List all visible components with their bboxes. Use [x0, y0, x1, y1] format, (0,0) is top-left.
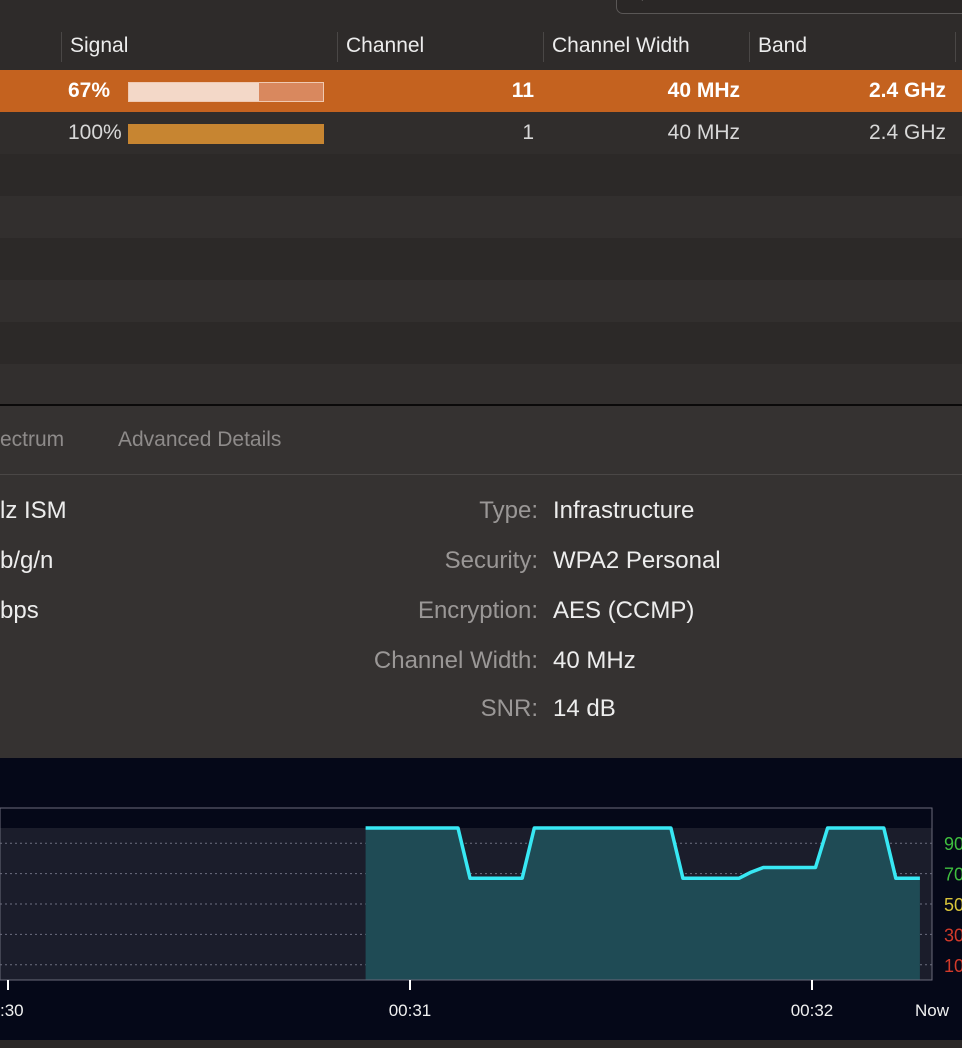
search-field[interactable] [616, 0, 962, 14]
details-panel: ectrum Advanced Details lz ISM b/g/n bps… [0, 406, 962, 758]
signal-percent: 67% [68, 79, 111, 102]
y-tick-label: 30 [944, 925, 962, 945]
signal-area [365, 828, 920, 980]
detail-label-encryption: Encryption: [417, 597, 538, 624]
empty-row [0, 364, 962, 404]
tab-spectrum[interactable]: ectrum [0, 428, 64, 452]
table-header: Signal Channel Channel Width Band [0, 24, 962, 70]
signal-bar [128, 82, 324, 102]
band-cell: 2.4 GHz [868, 79, 946, 102]
x-tick-label: 00:31 [389, 1001, 432, 1020]
signal-bar [128, 124, 324, 144]
channel-cell: 11 [511, 79, 534, 102]
empty-row [0, 196, 962, 238]
channel-cell: 1 [522, 121, 534, 144]
chart-canvas: 90 70 50 30 10 :30 00:31 00:32 Now [0, 807, 962, 1020]
detail-label-security: Security: [444, 547, 538, 574]
detail-value-security: WPA2 Personal [553, 547, 721, 574]
detail-value-rate: bps [0, 597, 39, 624]
x-tick-label: Now [915, 1001, 950, 1020]
x-tick-label: :30 [0, 1001, 24, 1020]
detail-value-encryption: AES (CCMP) [553, 597, 695, 624]
band-cell: 2.4 GHz [868, 121, 946, 144]
detail-value-snr: 14 dB [553, 695, 616, 722]
column-header-channel-width[interactable]: Channel Width [544, 24, 748, 70]
column-separator[interactable] [955, 32, 956, 62]
column-header-channel[interactable]: Channel [338, 24, 542, 70]
tab-divider [0, 474, 962, 475]
status-strip [0, 1040, 962, 1048]
y-tick-label: 90 [944, 834, 962, 854]
empty-row [0, 322, 962, 364]
signal-bar-fill [129, 83, 259, 101]
table-row[interactable]: 100% 1 40 MHz 2.4 GHz [0, 112, 962, 154]
detail-value-mode: b/g/n [0, 547, 54, 574]
detail-label-channel-width: Channel Width: [373, 647, 538, 674]
x-tick-label: 00:32 [791, 1001, 834, 1020]
detail-label-snr: SNR: [480, 695, 538, 722]
channel-width-cell: 40 MHz [667, 79, 740, 102]
y-tick-label: 50 [944, 895, 962, 915]
channel-width-cell: 40 MHz [667, 121, 740, 144]
detail-label-type: Type: [479, 497, 538, 524]
empty-row [0, 154, 962, 196]
signal-history-chart: 90 70 50 30 10 :30 00:31 00:32 Now [0, 758, 962, 1048]
detail-value-band: lz ISM [0, 497, 67, 524]
detail-value-channel-width: 40 MHz [553, 647, 636, 674]
signal-bar-fill [128, 124, 324, 144]
y-tick-label: 70 [944, 865, 962, 885]
y-tick-label: 10 [944, 956, 962, 976]
empty-row [0, 280, 962, 322]
search-icon [641, 0, 643, 1]
detail-value-type: Infrastructure [553, 497, 695, 524]
signal-percent: 100% [68, 121, 122, 144]
tab-advanced-details[interactable]: Advanced Details [118, 428, 281, 452]
column-header-band[interactable]: Band [750, 24, 954, 70]
table-row[interactable]: 67% 11 40 MHz 2.4 GHz [0, 70, 962, 112]
column-header-signal[interactable]: Signal [62, 24, 336, 70]
empty-row [0, 238, 962, 280]
